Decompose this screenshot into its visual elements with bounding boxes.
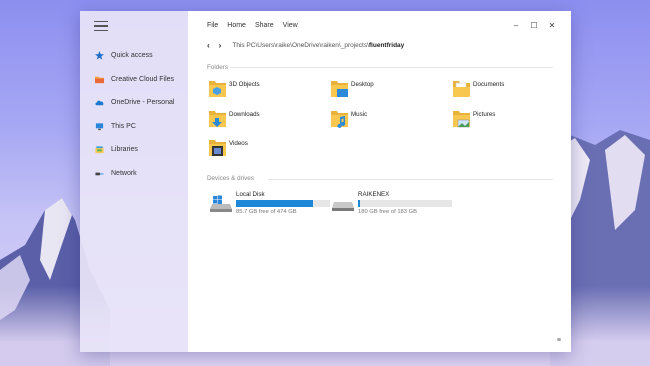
drive-free-space: 180 GB free of 183 GB (358, 209, 417, 215)
folder-name: Desktop (351, 81, 374, 88)
desktop-folder-icon (331, 81, 348, 97)
folder-name: Pictures (473, 111, 496, 118)
pc-icon (95, 123, 104, 130)
folder-documents[interactable]: Documents (453, 79, 504, 99)
minimize-button[interactable]: – (507, 21, 525, 31)
sidebar-item-label: This PC (111, 122, 136, 130)
drive-usage-fill (358, 200, 360, 207)
folder-name: Videos (229, 140, 248, 147)
sidebar-item-label: OneDrive - Personal (111, 99, 175, 107)
menu-view[interactable]: View (283, 22, 298, 29)
sidebar-item-this-pc[interactable]: This PC (80, 115, 188, 139)
music-folder-icon (331, 111, 348, 128)
network-icon (95, 172, 104, 176)
folder-name: 3D Objects (229, 81, 260, 88)
folder-name: Downloads (229, 111, 260, 118)
close-button[interactable]: ✕ (543, 21, 561, 31)
content-pane: File Home Share View – ☐ ✕ ‹ › This PC\U… (188, 11, 571, 352)
maximize-button[interactable]: ☐ (525, 21, 543, 31)
creative-cloud-icon (95, 76, 104, 83)
folder-downloads[interactable]: Downloads (209, 109, 260, 129)
hamburger-menu-icon[interactable] (94, 21, 108, 35)
windows-drive-icon (210, 195, 232, 212)
folder-videos[interactable]: Videos (209, 138, 248, 158)
section-divider (268, 179, 553, 180)
breadcrumb-path: This PC\Users\raike\OneDrive\raiken\_pro… (232, 42, 369, 49)
folder-music[interactable]: Music (331, 109, 367, 129)
section-divider (230, 67, 553, 68)
navigation-list: Quick access Creative Cloud Files OneDri… (80, 44, 188, 185)
sidebar-item-label: Network (111, 169, 137, 177)
drive-usage-bar (358, 200, 452, 207)
3d-objects-folder-icon (209, 81, 226, 97)
drive-usage-bar (236, 200, 330, 207)
address-bar: ‹ › This PC\Users\raike\OneDrive\raiken\… (207, 41, 404, 50)
drive-name: Local Disk (236, 191, 265, 198)
sidebar-item-libraries[interactable]: Libraries (80, 138, 188, 162)
drive-info: Local Disk 85.7 GB free of 474 GB (236, 191, 330, 215)
breadcrumb-current: fluentfriday (368, 42, 405, 49)
folders-section-title: Folders (207, 64, 228, 71)
sidebar-item-quick-access[interactable]: Quick access (80, 44, 188, 68)
menu-bar: File Home Share View (207, 22, 307, 29)
folder-name: Music (351, 111, 368, 118)
libraries-icon (95, 146, 104, 154)
breadcrumb[interactable]: This PC\Users\raike\OneDrive\raiken\_pro… (232, 42, 404, 49)
navigation-pane: Quick access Creative Cloud Files OneDri… (80, 11, 188, 352)
downloads-folder-icon (209, 111, 226, 127)
sidebar-item-label: Creative Cloud Files (111, 75, 175, 83)
pin-icon (95, 51, 104, 60)
pictures-folder-icon (453, 111, 470, 128)
drive-name: RAIKENEX (358, 191, 390, 198)
folder-3d-objects[interactable]: 3D Objects (209, 79, 260, 99)
details-view-icon[interactable]: ≡ (557, 337, 561, 344)
menu-share[interactable]: Share (255, 22, 274, 29)
videos-folder-icon (209, 140, 226, 156)
folder-pictures[interactable]: Pictures (453, 109, 495, 129)
cloud-icon (95, 100, 104, 106)
drive-info: RAIKENEX 180 GB free of 183 GB (358, 191, 452, 215)
forward-button[interactable]: › (219, 41, 222, 50)
folder-name: Documents (473, 81, 505, 88)
sidebar-item-creative-cloud-files[interactable]: Creative Cloud Files (80, 68, 188, 92)
devices-section-title: Devices & drives (207, 175, 254, 182)
file-explorer-window: Quick access Creative Cloud Files OneDri… (80, 11, 571, 352)
sidebar-item-label: Libraries (111, 146, 138, 154)
drive-local-disk[interactable]: Local Disk 85.7 GB free of 474 GB (210, 191, 330, 215)
drive-usage-fill (236, 200, 314, 207)
sidebar-item-onedrive[interactable]: OneDrive - Personal (80, 91, 188, 115)
menu-home[interactable]: Home (227, 22, 246, 29)
sidebar-item-label: Quick access (111, 52, 153, 60)
sidebar-item-network[interactable]: Network (80, 162, 188, 186)
menu-file[interactable]: File (207, 22, 218, 29)
window-controls: – ☐ ✕ (507, 21, 561, 31)
drive-raikenex[interactable]: RAIKENEX 180 GB free of 183 GB (332, 191, 452, 215)
folder-desktop[interactable]: Desktop (331, 79, 374, 99)
drive-free-space: 85.7 GB free of 474 GB (236, 209, 297, 215)
drive-icon (332, 202, 354, 211)
back-button[interactable]: ‹ (207, 41, 210, 50)
documents-folder-icon (453, 81, 470, 97)
